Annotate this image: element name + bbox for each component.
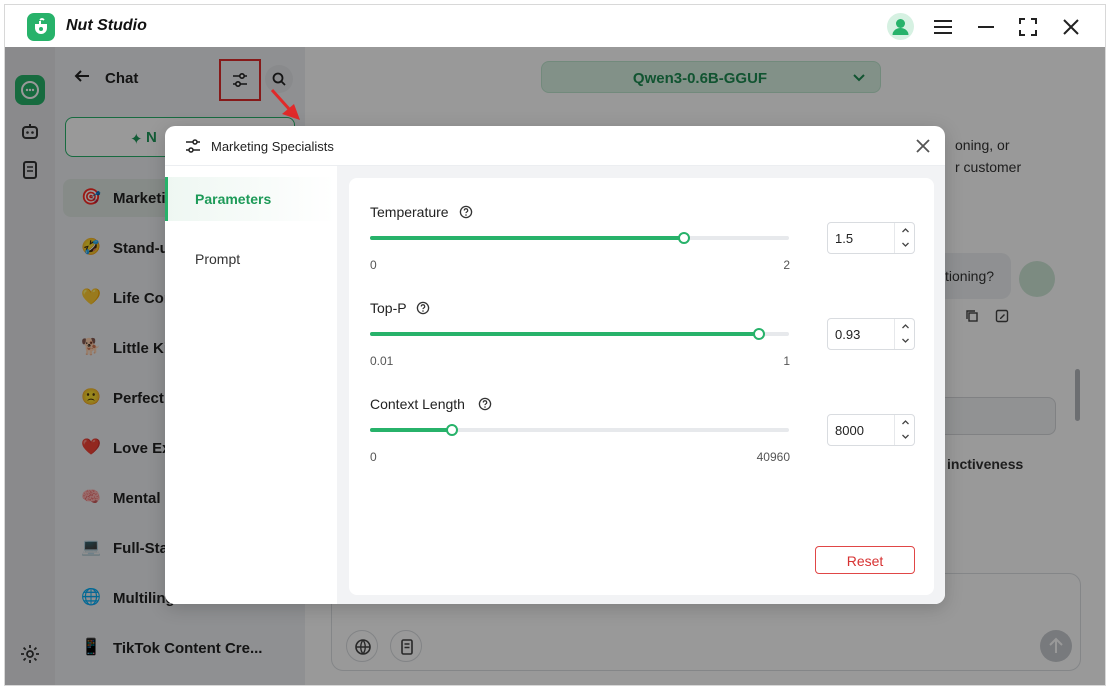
param-top-p: Top-P 0.01 1 0.93 (349, 300, 934, 390)
range-max: 1 (783, 354, 790, 368)
close-icon[interactable] (914, 137, 932, 155)
modal-content: Temperature 0 2 1.5 Top-P 0.01 1 0.93 Co… (337, 166, 945, 604)
top-p-slider[interactable] (370, 326, 789, 342)
slider-thumb[interactable] (446, 424, 458, 436)
help-icon[interactable] (416, 301, 430, 315)
slider-fill (370, 332, 759, 336)
chevron-down-icon[interactable] (895, 430, 916, 445)
input-value: 0.93 (835, 327, 861, 342)
context-length-input[interactable]: 8000 (827, 414, 915, 446)
parameters-modal: Marketing Specialists Parameters Prompt … (165, 126, 945, 604)
parameters-panel: Temperature 0 2 1.5 Top-P 0.01 1 0.93 Co… (349, 178, 934, 595)
temperature-slider[interactable] (370, 230, 789, 246)
tab-prompt[interactable]: Prompt (165, 237, 335, 281)
close-window-icon[interactable] (1059, 15, 1083, 39)
modal-title: Marketing Specialists (211, 139, 334, 154)
fullscreen-icon[interactable] (1016, 15, 1040, 39)
minimize-icon[interactable] (974, 15, 998, 39)
stepper (894, 223, 915, 253)
stepper (894, 319, 915, 349)
top-p-input[interactable]: 0.93 (827, 318, 915, 350)
slider-fill (370, 428, 452, 432)
title-bar: Nut Studio (5, 5, 1105, 47)
range-min: 0.01 (370, 354, 394, 368)
chevron-up-icon[interactable] (895, 319, 916, 334)
param-label: Temperature (370, 204, 449, 220)
param-label: Top-P (370, 300, 407, 316)
chevron-up-icon[interactable] (895, 415, 916, 430)
context-length-slider[interactable] (370, 422, 789, 438)
callout-arrow-icon (270, 88, 300, 120)
user-avatar-icon[interactable] (887, 13, 914, 40)
reset-button[interactable]: Reset (815, 546, 915, 574)
modal-header: Marketing Specialists (165, 126, 945, 166)
tab-parameters[interactable]: Parameters (165, 177, 335, 221)
range-max: 40960 (756, 450, 790, 464)
modal-nav: Parameters Prompt (165, 166, 337, 604)
input-value: 8000 (835, 423, 864, 438)
param-context-length: Context Length 0 40960 8000 (349, 396, 934, 486)
param-label: Context Length (370, 396, 465, 412)
stepper (894, 415, 915, 445)
reset-label: Reset (846, 553, 884, 569)
temperature-input[interactable]: 1.5 (827, 222, 915, 254)
tab-label: Parameters (195, 191, 272, 207)
tab-label: Prompt (195, 251, 241, 267)
slider-thumb[interactable] (753, 328, 765, 340)
range-min: 0 (370, 258, 377, 272)
input-value: 1.5 (835, 231, 854, 246)
help-icon[interactable] (478, 397, 492, 411)
chevron-down-icon[interactable] (895, 238, 916, 253)
app-logo-icon (27, 13, 55, 41)
param-temperature: Temperature 0 2 1.5 (349, 204, 934, 294)
slider-fill (370, 236, 684, 240)
menu-icon[interactable] (931, 15, 955, 39)
range-min: 0 (370, 450, 377, 464)
chevron-up-icon[interactable] (895, 223, 916, 238)
app-title: Nut Studio (66, 17, 147, 34)
sliders-icon (186, 139, 200, 153)
chevron-down-icon[interactable] (895, 334, 916, 349)
help-icon[interactable] (459, 205, 473, 219)
slider-thumb[interactable] (678, 232, 690, 244)
range-max: 2 (783, 258, 790, 272)
